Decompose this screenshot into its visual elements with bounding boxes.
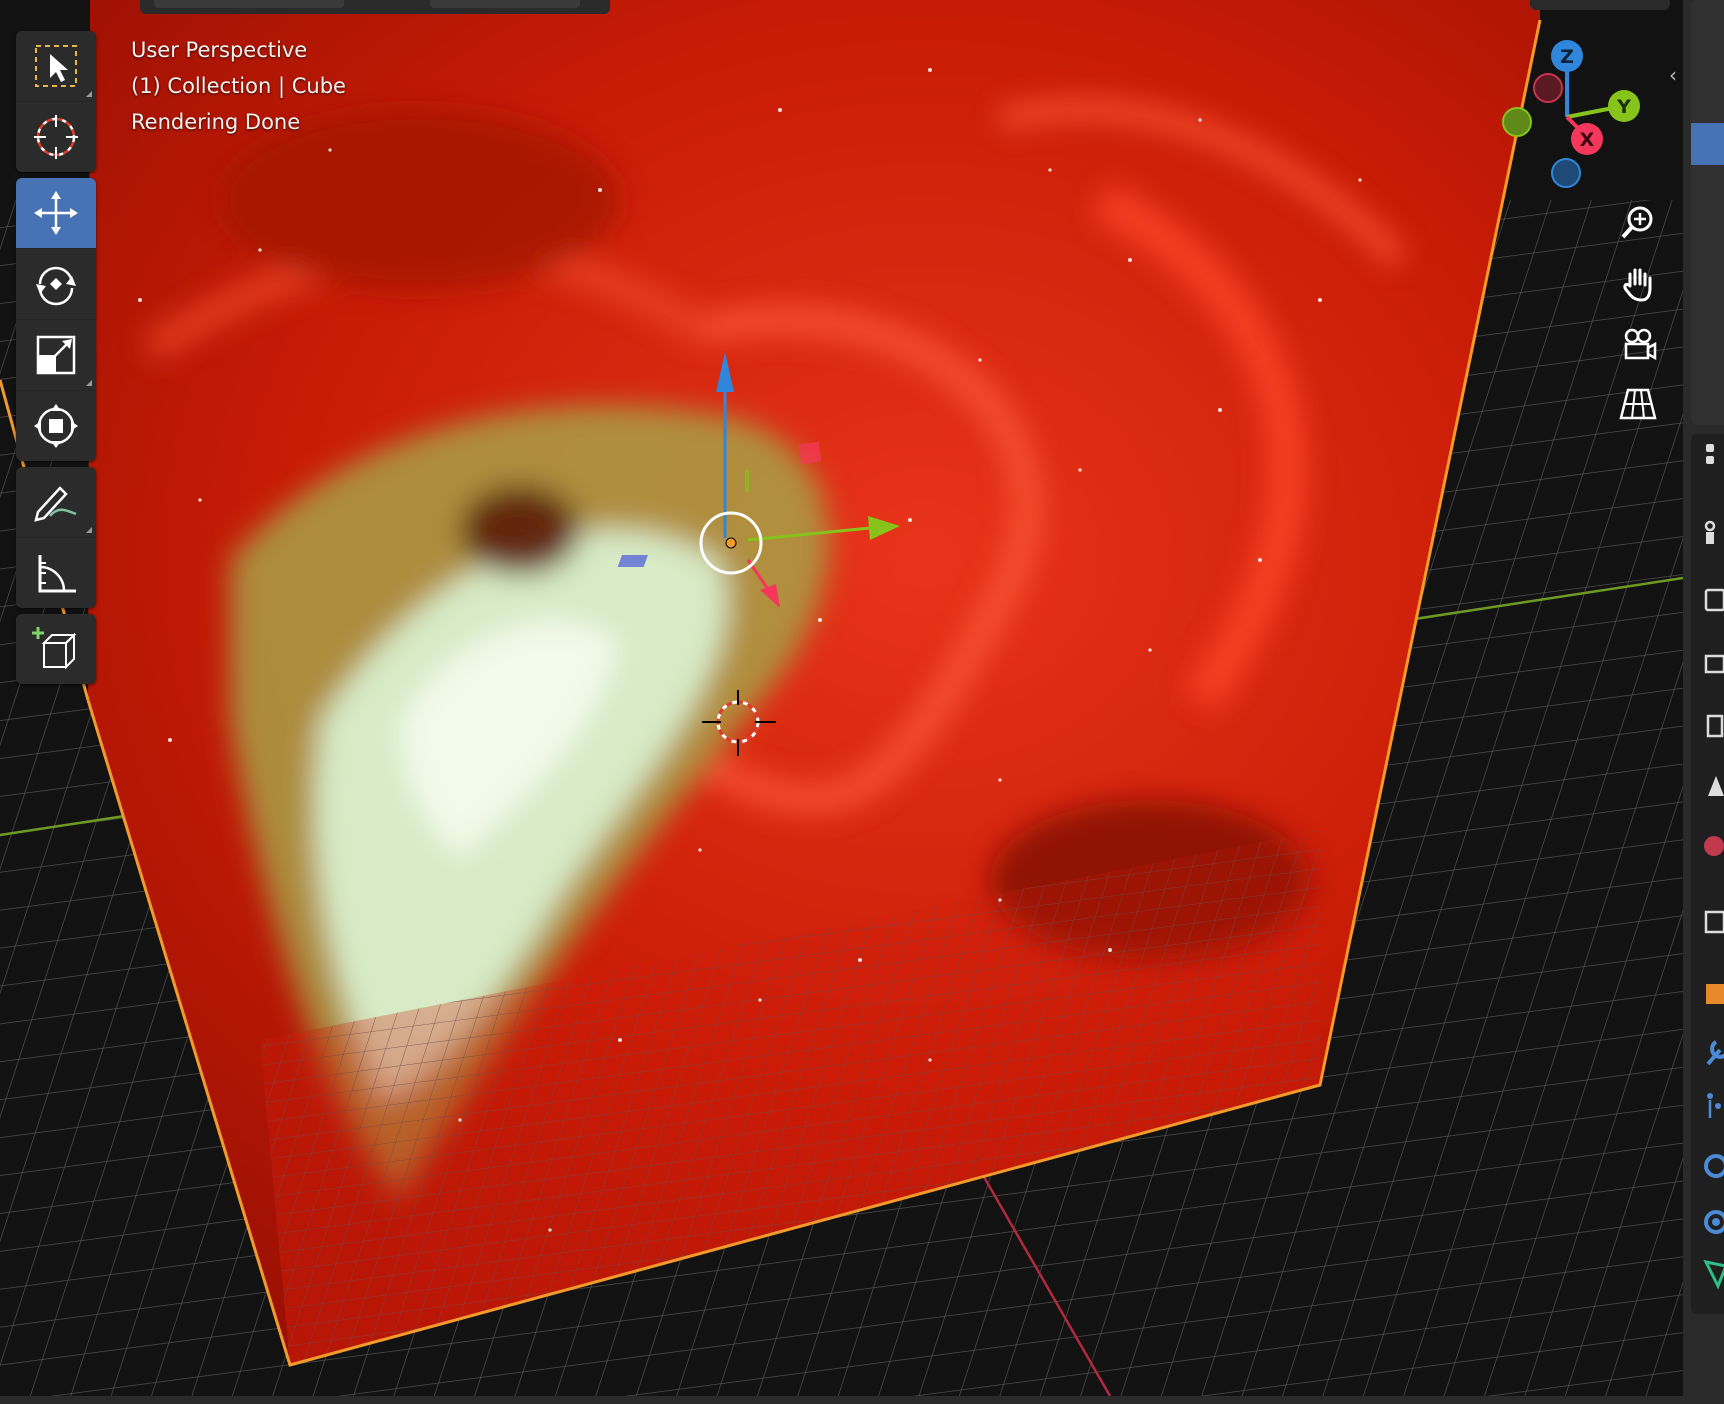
modifiers-tab[interactable]: [1691, 1032, 1724, 1072]
scale-tool[interactable]: [16, 320, 96, 391]
3d-viewport[interactable]: User Perspective (1) Collection | Cube R…: [0, 0, 1683, 1396]
header-dropdown[interactable]: [154, 0, 344, 8]
tool-group-transform: [16, 178, 96, 461]
view-name-label: User Perspective: [131, 38, 308, 62]
render-tab[interactable]: [1691, 512, 1724, 552]
physics-icon: [1704, 1154, 1724, 1178]
outliner-selection-highlight: [1691, 123, 1724, 165]
viewport-header-fragment: [1530, 0, 1670, 10]
tool-shelf: [16, 31, 96, 690]
select-box-tool[interactable]: [16, 31, 96, 102]
tool-options-corner: [86, 91, 92, 97]
x-axis-label: X: [1580, 129, 1595, 151]
scale-icon: [36, 335, 76, 375]
tool-group-select: [16, 31, 96, 172]
tool-options-corner: [86, 380, 92, 386]
constraints-icon: [1704, 1210, 1724, 1234]
collection-tab[interactable]: [1691, 902, 1724, 942]
move-tool[interactable]: [16, 178, 96, 249]
add-cube-tool[interactable]: [16, 614, 96, 684]
navigation-gizmo[interactable]: Z Y X: [1490, 30, 1670, 200]
move-icon: [34, 191, 78, 235]
scene-icon: [1706, 714, 1724, 738]
add-cube-icon: [32, 627, 77, 670]
output-icon: [1704, 588, 1724, 612]
tool-group-annotate: [16, 467, 96, 608]
annotate-tool[interactable]: [16, 467, 96, 538]
select-box-icon: [35, 45, 77, 87]
perspective-toggle-button[interactable]: [1613, 379, 1663, 429]
transform-tool[interactable]: [16, 391, 96, 461]
properties-tabs: [1691, 434, 1724, 1314]
collection-object-label: (1) Collection | Cube: [131, 74, 346, 98]
rotate-icon: [36, 266, 76, 306]
rotate-tool[interactable]: [16, 249, 96, 320]
mesh-data-icon: [1703, 1259, 1724, 1290]
viewport-info-overlay: User Perspective (1) Collection | Cube R…: [131, 32, 346, 140]
world-tab[interactable]: [1691, 826, 1724, 866]
tool-tab[interactable]: [1691, 434, 1724, 474]
cursor-icon: [34, 115, 78, 159]
particles-icon: [1707, 1093, 1721, 1118]
sidebar-toggle-chevron-icon[interactable]: ‹: [1663, 60, 1683, 90]
measure-icon: [38, 555, 76, 593]
transform-icon: [34, 404, 78, 448]
particles-tab[interactable]: [1691, 1086, 1724, 1126]
scene-tab[interactable]: [1691, 706, 1724, 746]
render-icon: [1704, 520, 1716, 544]
y-axis-label: Y: [1616, 96, 1631, 118]
tool-group-add: [16, 614, 96, 684]
properties-editor-edge: [1683, 0, 1724, 1404]
blender-window: User Perspective (1) Collection | Cube R…: [0, 0, 1724, 1404]
header-dropdown[interactable]: [430, 0, 580, 8]
tool-options-corner: [86, 527, 92, 533]
neg-y-handle[interactable]: [1502, 107, 1532, 137]
measure-tool[interactable]: [16, 538, 96, 608]
status-bar-edge: [0, 1396, 1724, 1404]
object-tab[interactable]: [1691, 974, 1724, 1014]
output-tab[interactable]: [1691, 580, 1724, 620]
physics-tab[interactable]: [1691, 1146, 1724, 1186]
neg-z-handle[interactable]: [1551, 158, 1581, 188]
render-status-label: Rendering Done: [131, 110, 301, 134]
constraints-tab[interactable]: [1691, 1202, 1724, 1242]
object-icon: [1706, 984, 1724, 1004]
scene-props-icon: [1708, 776, 1724, 796]
pan-hand-icon: [1623, 268, 1652, 302]
outliner-edge: [1691, 0, 1724, 425]
view-layer-tab[interactable]: [1691, 644, 1724, 684]
zoom-button[interactable]: [1613, 198, 1663, 248]
z-axis-label: Z: [1560, 46, 1574, 68]
tool-settings-icon: [1706, 444, 1714, 464]
neg-x-handle[interactable]: [1533, 73, 1563, 103]
viewport-header-fragment: [140, 0, 610, 14]
zoom-icon: [1621, 206, 1653, 239]
camera-view-button[interactable]: [1613, 319, 1663, 369]
camera-icon: [1624, 328, 1657, 361]
data-tab[interactable]: [1691, 1254, 1724, 1294]
annotate-icon: [34, 486, 77, 522]
perspective-grid-icon: [1619, 388, 1657, 420]
world-icon: [1704, 836, 1724, 856]
wrench-icon: [1706, 1040, 1724, 1066]
pan-button[interactable]: [1613, 259, 1663, 309]
collection-icon: [1704, 910, 1724, 934]
view-layer-icon: [1704, 654, 1724, 674]
viewport-scene: [0, 0, 1683, 1396]
scene-props-tab[interactable]: [1691, 766, 1724, 806]
cursor-tool[interactable]: [16, 102, 96, 172]
